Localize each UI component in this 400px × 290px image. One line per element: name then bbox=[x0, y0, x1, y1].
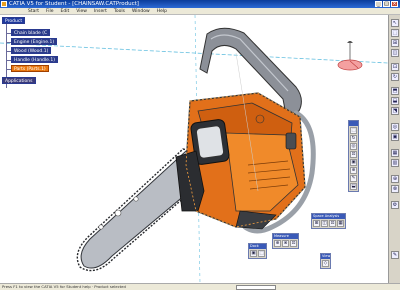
settings-icon[interactable]: ⚙ bbox=[391, 201, 399, 209]
zoom-out-icon[interactable]: ⊗ bbox=[391, 185, 399, 193]
menu-start[interactable]: Start bbox=[28, 8, 39, 14]
chainsaw-model[interactable] bbox=[0, 15, 388, 283]
rotate-icon[interactable]: ↻ bbox=[391, 73, 399, 81]
sketch-icon[interactable]: ✎ bbox=[391, 251, 399, 259]
tree-item-handle[interactable]: Handle (Handle.1) bbox=[11, 56, 58, 63]
tree-item-chain-blade[interactable]: Chain blade (C bbox=[11, 29, 51, 36]
menu-edit[interactable]: Edit bbox=[61, 8, 70, 14]
tree-item-engine[interactable]: Engine (Engine.1) bbox=[11, 38, 58, 45]
dock-b-icon[interactable]: ⬚ bbox=[258, 250, 265, 257]
tree-root-product[interactable]: Product bbox=[2, 17, 26, 24]
measure-toolbar[interactable]: Measure ⊕ ⊗ ⊡ bbox=[272, 233, 299, 249]
select-icon[interactable]: ↖ bbox=[391, 19, 399, 27]
view-diamond-icon[interactable]: ◇ bbox=[322, 260, 329, 267]
bar-hole-1 bbox=[114, 209, 122, 217]
view-side-icon[interactable]: ⬓ bbox=[391, 97, 399, 105]
compass-widget[interactable] bbox=[336, 41, 364, 75]
window-title: CATIA V5 for Student - [CHAINSAW.CATProd… bbox=[9, 1, 139, 7]
catia-app-icon[interactable] bbox=[1, 1, 7, 7]
distance-icon[interactable]: ⊡ bbox=[329, 220, 336, 227]
minimize-button[interactable]: _ bbox=[375, 1, 382, 7]
menu-insert[interactable]: Insert bbox=[94, 8, 107, 14]
tool-7-icon[interactable]: ✎ bbox=[350, 175, 357, 182]
section-icon[interactable]: ◫ bbox=[321, 220, 328, 227]
menu-bar: Start File Edit View Insert Tools Window… bbox=[0, 8, 400, 15]
view-front-icon[interactable]: ⬒ bbox=[391, 87, 399, 95]
grid-icon[interactable]: ⊞ bbox=[391, 39, 399, 47]
view-top-icon[interactable]: ⬔ bbox=[391, 107, 399, 115]
maximize-button[interactable]: □ bbox=[383, 1, 390, 7]
command-input[interactable] bbox=[235, 284, 276, 290]
choke-knob bbox=[255, 114, 265, 124]
dock-a-icon[interactable]: ▣ bbox=[250, 250, 257, 257]
dock-toolbar[interactable]: Dock ▣ ⬚ bbox=[248, 243, 267, 259]
zoom-in-icon[interactable]: ⊕ bbox=[391, 175, 399, 183]
menu-tools[interactable]: Tools bbox=[114, 8, 125, 14]
split-icon[interactable]: ◫ bbox=[391, 49, 399, 57]
tool-4-icon[interactable]: ⊡ bbox=[350, 151, 357, 158]
tool-1-icon[interactable]: ⬚ bbox=[350, 127, 357, 134]
view-toolbar[interactable]: View ◇ bbox=[320, 253, 332, 269]
status-text: Press F1 to view the CATIA V5 for Studen… bbox=[2, 284, 126, 289]
tool-3-icon[interactable]: ◎ bbox=[350, 143, 357, 150]
menu-window[interactable]: Window bbox=[132, 8, 150, 14]
title-bar: CATIA V5 for Student - [CHAINSAW.CATProd… bbox=[0, 0, 400, 8]
menu-file[interactable]: File bbox=[46, 8, 54, 14]
window-controls: _ □ × bbox=[375, 1, 398, 7]
inspection-window bbox=[196, 125, 224, 159]
menu-view[interactable]: View bbox=[76, 8, 87, 14]
view-title: View bbox=[321, 254, 331, 259]
measure-inertia-icon[interactable]: ⊡ bbox=[290, 240, 297, 247]
space-analysis-toolbar[interactable]: Space Analysis ⊞ ◫ ⊡ ▦ bbox=[311, 213, 346, 229]
tree-applications[interactable]: Applications bbox=[2, 77, 36, 84]
tool-6-icon[interactable]: ⊕ bbox=[350, 167, 357, 174]
tool-5-icon[interactable]: ▣ bbox=[350, 159, 357, 166]
measure-item-icon[interactable]: ⊗ bbox=[282, 240, 289, 247]
floating-toolbar-vertical[interactable]: ⬚ ↻ ◎ ⊡ ▣ ⊕ ✎ ⬓ bbox=[348, 120, 359, 192]
tool-2-icon[interactable]: ↻ bbox=[350, 135, 357, 142]
fuel-cap bbox=[285, 132, 297, 150]
clash-icon[interactable]: ⊞ bbox=[313, 220, 320, 227]
measure-between-icon[interactable]: ⊕ bbox=[274, 240, 281, 247]
tree-item-parts[interactable]: Parts (Parts.1) bbox=[11, 65, 49, 72]
bar-hole-3 bbox=[98, 224, 104, 230]
frame-icon[interactable]: ⊡ bbox=[391, 63, 399, 71]
tree-item-wood[interactable]: Wood (Wood.1) bbox=[11, 47, 52, 54]
band-icon[interactable]: ▦ bbox=[337, 220, 344, 227]
bar-hole-2 bbox=[133, 196, 139, 202]
close-button[interactable]: × bbox=[391, 1, 398, 7]
fit-all-icon[interactable]: ⬚ bbox=[391, 29, 399, 37]
status-bar: Press F1 to view the CATIA V5 for Studen… bbox=[0, 283, 400, 290]
layers-icon[interactable]: ▥ bbox=[391, 159, 399, 167]
target-icon[interactable]: ◎ bbox=[391, 123, 399, 131]
axis-line-horizontal bbox=[0, 42, 388, 64]
table-icon[interactable]: ▦ bbox=[391, 149, 399, 157]
tool-8-icon[interactable]: ⬓ bbox=[350, 183, 357, 190]
shading-icon[interactable]: ▣ bbox=[391, 133, 399, 141]
3d-viewport[interactable]: Product Chain blade (C Engine (Engine.1)… bbox=[0, 15, 388, 283]
menu-help[interactable]: Help bbox=[157, 8, 167, 14]
right-toolbar: ↖ ⬚ ⊞ ◫ ⊡ ↻ ⬒ ⬓ ⬔ ◎ ▣ ▦ ▥ ⊕ ⊗ ⚙ ✎ bbox=[388, 15, 400, 283]
